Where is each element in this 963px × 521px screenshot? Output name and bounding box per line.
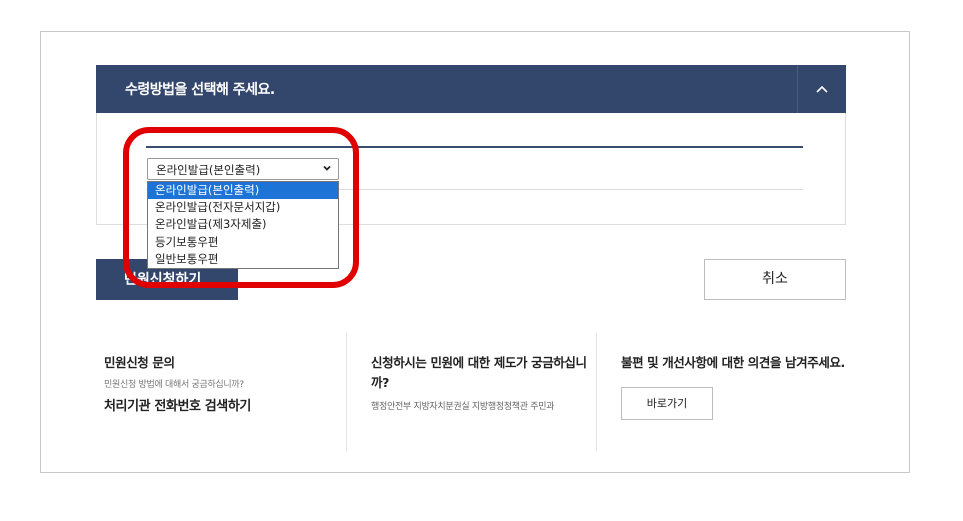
responsible-department: 행정안전부 지방자치분권실 지방행정정책관 주민과: [371, 402, 555, 412]
system-inquiry-title: 신청하시는 민원에 대한 제도가 궁금하십니까?: [371, 355, 587, 390]
highlight-annotation-ring: [123, 127, 359, 288]
inquiry-subtitle: 민원신청 방법에 대해서 궁금하십니까?: [104, 380, 244, 390]
cancel-button[interactable]: 취소: [704, 259, 846, 300]
system-inquiry-section: 신청하시는 민원에 대한 제도가 궁금하십니까? 행정안전부 지방자치분권실 지…: [346, 333, 596, 451]
search-agency-phone-link[interactable]: 처리기관 전화번호 검색하기: [104, 395, 346, 414]
go-to-feedback-button[interactable]: 바로가기: [621, 387, 713, 420]
feedback-title: 불편 및 개선사항에 대한 의견을 남겨주세요.: [621, 355, 845, 370]
inquiry-section: 민원신청 문의 민원신청 방법에 대해서 궁금하십니까? 처리기관 전화번호 검…: [96, 333, 346, 451]
inquiry-title: 민원신청 문의: [104, 355, 175, 370]
chevron-up-icon: [816, 85, 828, 93]
collapse-toggle-button[interactable]: [797, 65, 846, 113]
feedback-section: 불편 및 개선사항에 대한 의견을 남겨주세요. 바로가기: [596, 333, 846, 451]
receive-method-panel-header: 수령방법을 선택해 주세요.: [96, 65, 846, 113]
panel-title: 수령방법을 선택해 주세요.: [125, 82, 275, 98]
